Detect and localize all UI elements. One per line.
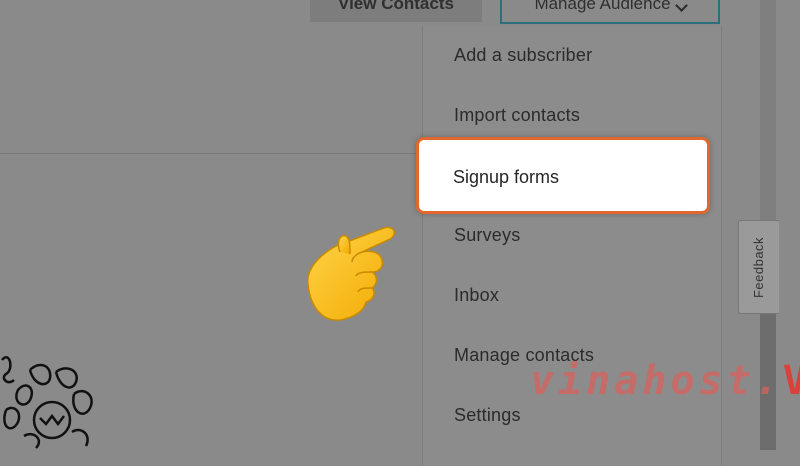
signup-forms-label: Signup forms bbox=[453, 167, 560, 187]
menu-item-import-contacts[interactable]: Import contacts bbox=[454, 105, 580, 126]
menu-item-inbox[interactable]: Inbox bbox=[454, 285, 499, 306]
graffiti-doodle-image bbox=[1, 356, 93, 449]
menu-item-add-subscriber[interactable]: Add a subscriber bbox=[454, 45, 592, 66]
menu-item-surveys[interactable]: Surveys bbox=[454, 225, 520, 246]
manage-audience-button[interactable]: Manage Audience bbox=[500, 0, 720, 24]
scrollbar-thumb[interactable] bbox=[760, 0, 776, 220]
feedback-tab[interactable]: Feedback bbox=[738, 220, 779, 314]
section-divider bbox=[0, 153, 422, 154]
view-contacts-label: View Contacts bbox=[338, 0, 454, 13]
menu-item-signup-forms[interactable]: Signup forms bbox=[416, 137, 710, 214]
vinahost-watermark: vinahost.V bbox=[530, 358, 800, 404]
manage-audience-label: Manage Audience bbox=[534, 0, 671, 13]
view-contacts-button[interactable]: View Contacts bbox=[310, 0, 482, 22]
watermark-text: vinahost. bbox=[530, 358, 783, 404]
feedback-label: Feedback bbox=[751, 236, 767, 298]
checkmark-logo-icon: V bbox=[782, 358, 800, 404]
menu-item-settings[interactable]: Settings bbox=[454, 405, 521, 426]
chevron-down-icon bbox=[674, 0, 688, 12]
pointing-hand-icon bbox=[307, 226, 395, 321]
